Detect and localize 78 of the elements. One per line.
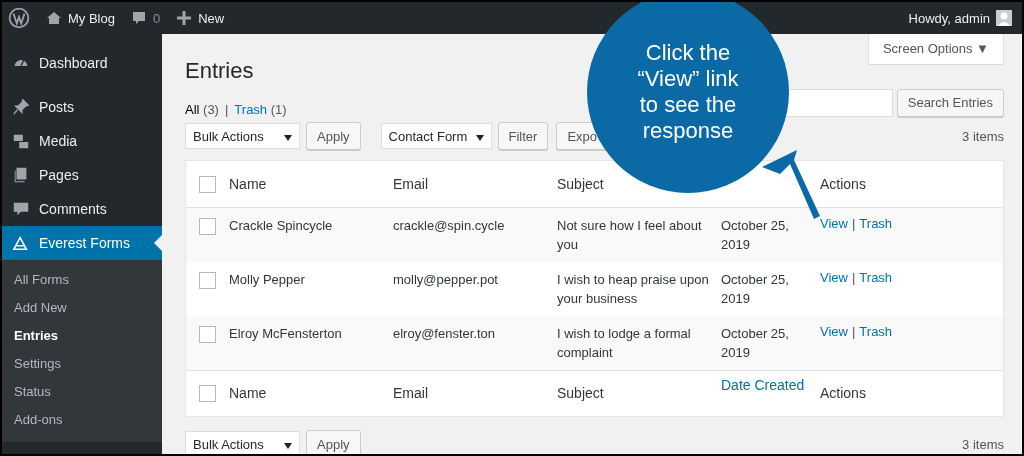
column-header[interactable]: Email: [393, 175, 428, 192]
comments-link[interactable]: 0: [130, 10, 161, 26]
caret-icon: [284, 135, 292, 141]
separator: |: [851, 216, 856, 231]
submenu-item[interactable]: Status: [2, 378, 162, 406]
forms-icon: [12, 234, 30, 252]
table-cell: October 25, 2019: [721, 272, 789, 306]
submenu-item[interactable]: Add-ons: [2, 406, 162, 434]
menu-item[interactable]: Everest Forms: [2, 226, 162, 260]
site-link[interactable]: My Blog: [46, 10, 115, 26]
select-all-checkbox[interactable]: [199, 385, 216, 402]
menu-item[interactable]: Comments: [2, 192, 162, 226]
comment-icon: [130, 10, 147, 26]
apply-button[interactable]: Apply: [306, 430, 361, 454]
menu-item[interactable]: Media: [2, 124, 162, 158]
column-header[interactable]: Name: [229, 385, 267, 401]
table-cell: I wish to heap praise upon your business: [557, 272, 709, 306]
table-cell: October 25, 2019: [721, 326, 789, 360]
table-cell: Elroy McFensterton: [229, 326, 342, 341]
action-link[interactable]: View: [820, 270, 848, 285]
submenu-item[interactable]: Add New: [2, 294, 162, 322]
submenu-item[interactable]: Settings: [2, 350, 162, 378]
row-checkbox[interactable]: [199, 218, 216, 235]
action-link[interactable]: View: [820, 324, 848, 339]
action-link[interactable]: Trash: [859, 324, 893, 339]
row-checkbox[interactable]: [199, 272, 216, 289]
column-header[interactable]: Subject: [557, 385, 604, 401]
action-link[interactable]: Trash: [859, 270, 893, 285]
table-cell: I wish to lodge a formal complaint: [557, 326, 691, 360]
column-header[interactable]: Actions: [820, 175, 866, 192]
action-link[interactable]: View: [820, 216, 848, 231]
page-title: Entries: [185, 58, 254, 84]
table-cell: Molly Pepper: [229, 272, 305, 287]
caret-icon: [284, 443, 292, 449]
item-count: 3 items: [962, 128, 1004, 144]
pin-icon: [12, 98, 30, 116]
column-header[interactable]: Email: [393, 385, 428, 401]
filter-button[interactable]: Filter: [497, 122, 549, 150]
bulk-actions-dropdown[interactable]: Bulk Actions: [185, 123, 300, 149]
form-dropdown[interactable]: Contact Form: [380, 123, 492, 149]
menu-item[interactable]: Pages: [2, 158, 162, 192]
apply-button[interactable]: Apply: [306, 122, 361, 150]
new-link[interactable]: New: [176, 10, 225, 26]
submenu-item[interactable]: Entries: [2, 322, 162, 350]
bulk-actions-dropdown[interactable]: Bulk Actions: [185, 431, 300, 454]
media-icon: [12, 132, 30, 150]
menu-item[interactable]: Posts: [2, 90, 162, 124]
account-link[interactable]: Howdy, admin: [908, 10, 990, 26]
avatar-icon[interactable]: [996, 10, 1012, 26]
row-checkbox[interactable]: [199, 326, 216, 343]
comment-icon: [12, 200, 30, 218]
caret-icon: [475, 135, 484, 141]
column-header[interactable]: Actions: [820, 385, 866, 401]
item-count: 3 items: [962, 436, 1004, 452]
table-cell: molly@pepper.pot: [393, 272, 498, 287]
column-header[interactable]: Name: [229, 175, 267, 192]
table-cell: Crackle Spincycle: [229, 218, 333, 233]
table-cell: October 25, 2019: [721, 218, 789, 252]
select-all-checkbox[interactable]: [199, 175, 216, 193]
separator: |: [851, 270, 856, 285]
filter-link[interactable]: All (3): [185, 102, 219, 117]
plus-icon: [176, 10, 193, 26]
separator: |: [224, 102, 229, 117]
home-icon: [46, 10, 62, 26]
separator: |: [851, 324, 856, 339]
column-header[interactable]: Subject: [557, 175, 604, 192]
tooltip-text: Click the “View” link to see the response: [636, 40, 740, 144]
menu-item[interactable]: Dashboard: [2, 46, 162, 80]
table-cell: Not sure how I feel about you: [557, 218, 702, 252]
submenu-item[interactable]: All Forms: [2, 266, 162, 294]
action-link[interactable]: Trash: [859, 216, 893, 231]
column-header[interactable]: Date Created: [721, 377, 805, 393]
table-cell: elroy@fenster.ton: [393, 326, 496, 341]
table-cell: crackle@spin.cycle: [393, 218, 505, 233]
search-button[interactable]: Search Entries: [896, 88, 1004, 117]
wordpress-logo-icon[interactable]: [8, 7, 30, 29]
filter-link[interactable]: Trash (1): [234, 102, 287, 117]
screen-options-button[interactable]: Screen Options ▼: [867, 34, 1004, 65]
